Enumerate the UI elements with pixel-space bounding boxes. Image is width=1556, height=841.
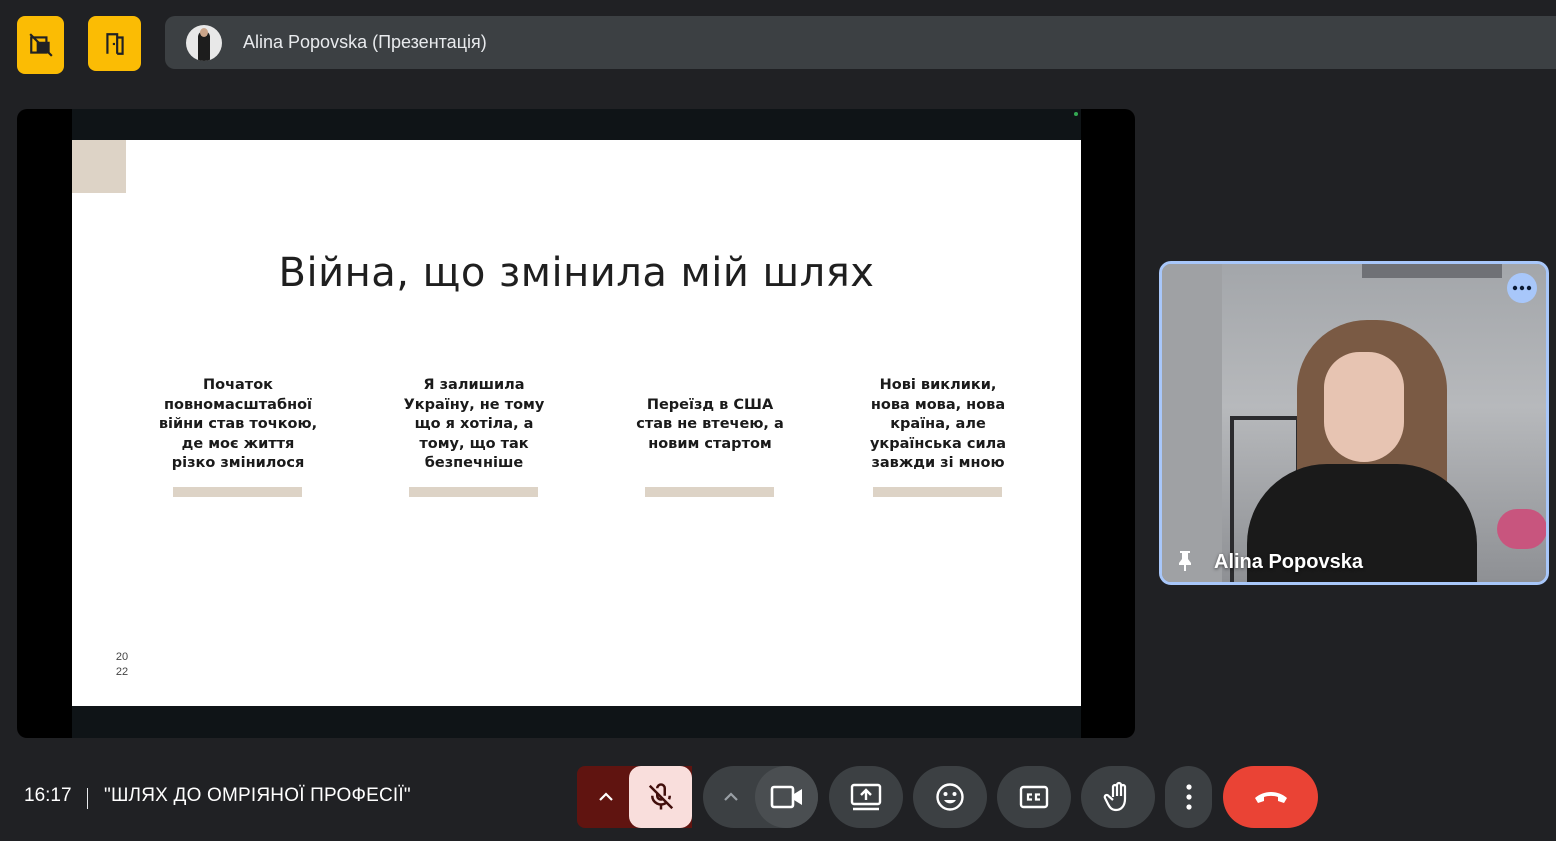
hide-self-view-icon (28, 33, 53, 57)
camera-toggle-button[interactable] (755, 766, 818, 828)
more-horiz-icon (1512, 285, 1532, 291)
slide-column-text: Переїзд в США став не втечею, а новим ст… (636, 396, 784, 452)
chevron-up-icon (599, 792, 613, 801)
raise-hand-button[interactable] (1081, 766, 1155, 828)
present-screen-icon (850, 783, 882, 811)
participant-tile[interactable]: Alina Popovska (1159, 261, 1549, 585)
slide: Війна, що змінила мій шлях Початок повно… (72, 140, 1081, 706)
chevron-up-icon (723, 792, 738, 801)
slide-frame: Війна, що змінила мій шлях Початок повно… (72, 109, 1081, 738)
participant-video (1162, 264, 1546, 582)
call-end-icon (1254, 792, 1287, 803)
more-vert-icon (1185, 784, 1192, 810)
page-number-line: 20 (115, 651, 129, 663)
slide-column-text: Початок повномасштабної війни став точко… (158, 377, 318, 472)
divider (87, 788, 88, 809)
reactions-button[interactable] (913, 766, 987, 828)
emoji-icon (936, 783, 964, 811)
slide-column-3: Переїзд в США став не втечею, а новим ст… (630, 380, 790, 500)
presenter-title: Alina Popovska (Презентація) (243, 32, 487, 52)
participant-name: Alina Popovska (1214, 551, 1363, 573)
slide-column-bar (409, 487, 538, 497)
participant-more-button[interactable] (1507, 273, 1537, 303)
videocam-icon (770, 785, 802, 809)
slide-column-text: Нові виклики, нова мова, нова країна, ал… (869, 377, 1007, 472)
hide-tiles-button[interactable] (17, 16, 64, 74)
slide-column-bar (645, 487, 774, 497)
slide-column-bar (173, 487, 302, 497)
slide-column-4: Нові виклики, нова мова, нова країна, ал… (858, 377, 1018, 500)
presentation-header: Alina Popovska (Презентація) (165, 16, 1556, 69)
leave-call-button[interactable] (1223, 766, 1318, 828)
slide-column-text: Я залишила Україну, не тому що я хотіла,… (403, 377, 545, 472)
captions-button[interactable] (997, 766, 1071, 828)
recording-dot (1074, 112, 1078, 116)
meeting-title: "ШЛЯХ ДО ОМРІЯНОЇ ПРОФЕСІЇ" (104, 785, 411, 806)
slide-page-number: 20 22 (112, 650, 132, 680)
closed-captions-icon (1019, 785, 1049, 809)
present-now-button[interactable] (829, 766, 903, 828)
slide-column-2: Я залишила Україну, не тому що я хотіла,… (394, 377, 554, 500)
meeting-clock: 16:17 (24, 785, 72, 806)
slide-column-1: Початок повномасштабної війни став точко… (158, 377, 318, 500)
avatar (186, 24, 222, 61)
mic-toggle-button[interactable] (629, 766, 692, 828)
slide-corner-decoration (72, 140, 126, 193)
page-number-line: 22 (115, 666, 129, 678)
more-options-button[interactable] (1165, 766, 1212, 828)
pin-icon[interactable] (1176, 550, 1194, 572)
raise-hand-icon (1103, 781, 1127, 812)
exit-door-icon (105, 32, 124, 55)
mic-off-icon (648, 783, 673, 810)
slide-title: Війна, що змінила мій шлях (278, 250, 875, 296)
leave-breakout-button[interactable] (88, 16, 141, 71)
shared-screen[interactable]: Війна, що змінила мій шлях Початок повно… (17, 109, 1135, 738)
slide-column-bar (873, 487, 1002, 497)
